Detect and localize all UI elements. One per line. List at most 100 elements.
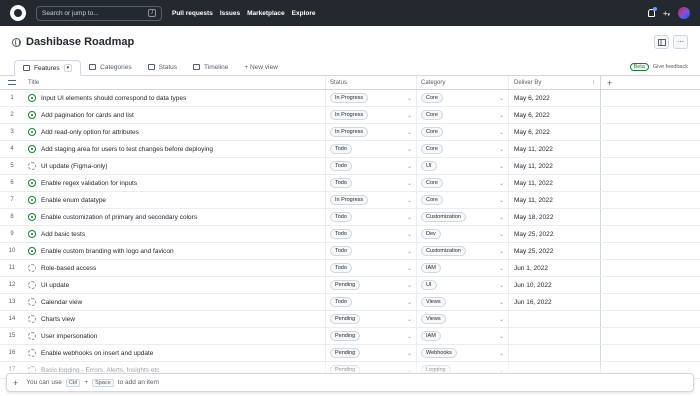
item-title[interactable]: UI update (Figma-only) xyxy=(41,163,107,170)
item-title[interactable]: User impersonation xyxy=(41,333,97,340)
chevron-down-icon[interactable]: ⌄ xyxy=(407,333,412,340)
column-header-status[interactable]: Status xyxy=(326,76,417,89)
add-field-button[interactable]: + xyxy=(601,76,700,89)
status-cell[interactable]: Todo ⌄ xyxy=(326,260,417,276)
deliver-by-cell[interactable] xyxy=(509,345,601,361)
search-input[interactable]: Search or jump to... / xyxy=(36,5,162,21)
title-cell[interactable]: Add read-only option for attributes xyxy=(24,124,326,140)
deliver-by-cell[interactable]: Jun 16, 2022 xyxy=(509,294,601,310)
item-title[interactable]: Enable webhooks on insert and update xyxy=(41,350,153,357)
chevron-down-icon[interactable]: ⌄ xyxy=(499,316,504,323)
chevron-down-icon[interactable]: ⌄ xyxy=(499,248,504,255)
category-cell[interactable]: Core ⌄ xyxy=(417,141,509,157)
category-cell[interactable]: Customization ⌄ xyxy=(417,209,509,225)
title-cell[interactable]: Enable regex validation for inputs xyxy=(24,175,326,191)
deliver-by-cell[interactable] xyxy=(509,328,601,344)
chevron-down-icon[interactable]: ⌄ xyxy=(499,265,504,272)
deliver-by-cell[interactable]: Jun 10, 2022 xyxy=(509,277,601,293)
more-options-button[interactable]: ⋯ xyxy=(673,35,688,49)
item-title[interactable]: UI update xyxy=(41,282,69,289)
column-header-deliver-by[interactable]: Deliver By ↑ xyxy=(509,76,601,89)
title-cell[interactable]: Input UI elements should correspond to d… xyxy=(24,90,326,106)
title-cell[interactable]: User impersonation xyxy=(24,328,326,344)
table-row[interactable]: 6 Enable regex validation for inputs Tod… xyxy=(0,175,700,192)
title-cell[interactable]: UI update (Figma-only) xyxy=(24,158,326,174)
chevron-down-icon[interactable]: ⌄ xyxy=(407,231,412,238)
column-header-category[interactable]: Category xyxy=(417,76,509,89)
tab-features[interactable]: Features ▾ xyxy=(14,60,82,76)
tab-status[interactable]: Status xyxy=(140,59,185,75)
nav-explore[interactable]: Explore xyxy=(292,10,316,17)
chevron-down-icon[interactable]: ⌄ xyxy=(407,316,412,323)
chevron-down-icon[interactable]: ⌄ xyxy=(407,180,412,187)
table-row[interactable]: 1 Input UI elements should correspond to… xyxy=(0,90,700,107)
status-cell[interactable]: Pending ⌄ xyxy=(326,328,417,344)
chevron-down-icon[interactable]: ⌄ xyxy=(499,95,504,102)
category-cell[interactable]: Dev ⌄ xyxy=(417,226,509,242)
table-row[interactable]: 11 Role-based access Todo ⌄ IAM ⌄ Jun 1,… xyxy=(0,260,700,277)
tab-categories[interactable]: Categories xyxy=(81,59,139,75)
deliver-by-cell[interactable] xyxy=(509,311,601,327)
deliver-by-cell[interactable]: May 6, 2022 xyxy=(509,124,601,140)
deliver-by-cell[interactable]: May 11, 2022 xyxy=(509,192,601,208)
title-cell[interactable]: Add pagination for cards and list xyxy=(24,107,326,123)
chevron-down-icon[interactable]: ⌄ xyxy=(407,197,412,204)
status-cell[interactable]: Pending ⌄ xyxy=(326,345,417,361)
item-title[interactable]: Add basic tests xyxy=(41,231,85,238)
table-row[interactable]: 5 UI update (Figma-only) Todo ⌄ UI ⌄ May… xyxy=(0,158,700,175)
title-cell[interactable]: Calendar view xyxy=(24,294,326,310)
item-title[interactable]: Enable regex validation for inputs xyxy=(41,180,137,187)
chevron-down-icon[interactable]: ⌄ xyxy=(407,299,412,306)
category-cell[interactable]: Views ⌄ xyxy=(417,311,509,327)
nav-issues[interactable]: Issues xyxy=(220,10,240,17)
chevron-down-icon[interactable]: ⌄ xyxy=(499,129,504,136)
category-cell[interactable]: UI ⌄ xyxy=(417,277,509,293)
category-cell[interactable]: IAM ⌄ xyxy=(417,260,509,276)
table-row[interactable]: 8 Enable customization of primary and se… xyxy=(0,209,700,226)
item-title[interactable]: Enable enum datatype xyxy=(41,197,106,204)
chevron-down-icon[interactable]: ⌄ xyxy=(407,214,412,221)
item-title[interactable]: Enable custom branding with logo and fav… xyxy=(41,248,174,255)
chevron-down-icon[interactable]: ⌄ xyxy=(407,163,412,170)
table-row[interactable]: 9 Add basic tests Todo ⌄ Dev ⌄ May 25, 2… xyxy=(0,226,700,243)
table-row[interactable]: 13 Calendar view Todo ⌄ Views ⌄ Jun 16, … xyxy=(0,294,700,311)
chevron-down-icon[interactable]: ▾ xyxy=(63,64,73,72)
chevron-down-icon[interactable]: ⌄ xyxy=(407,248,412,255)
table-row[interactable]: 15 User impersonation Pending ⌄ IAM ⌄ xyxy=(0,328,700,345)
table-row[interactable]: 10 Enable custom branding with logo and … xyxy=(0,243,700,260)
item-title[interactable]: Add staging area for users to test chang… xyxy=(41,146,213,153)
item-title[interactable]: Role-based access xyxy=(41,265,96,272)
chevron-down-icon[interactable]: ⌄ xyxy=(499,231,504,238)
category-cell[interactable]: Core ⌄ xyxy=(417,124,509,140)
chevron-down-icon[interactable]: ⌄ xyxy=(407,146,412,153)
category-cell[interactable]: Core ⌄ xyxy=(417,192,509,208)
status-cell[interactable]: Todo ⌄ xyxy=(326,141,417,157)
chevron-down-icon[interactable]: ⌄ xyxy=(499,333,504,340)
create-new-button[interactable]: +▾ xyxy=(663,9,670,18)
deliver-by-cell[interactable]: May 25, 2022 xyxy=(509,243,601,259)
chevron-down-icon[interactable]: ⌄ xyxy=(407,282,412,289)
title-cell[interactable]: Enable customization of primary and seco… xyxy=(24,209,326,225)
item-title[interactable]: Calendar view xyxy=(41,299,82,306)
category-cell[interactable]: Core ⌄ xyxy=(417,90,509,106)
title-cell[interactable]: Charts view xyxy=(24,311,326,327)
chevron-down-icon[interactable]: ⌄ xyxy=(499,282,504,289)
title-cell[interactable]: Enable enum datatype xyxy=(24,192,326,208)
category-cell[interactable]: Core ⌄ xyxy=(417,175,509,191)
column-header-title[interactable]: Title xyxy=(24,76,326,89)
deliver-by-cell[interactable]: Jun 1, 2022 xyxy=(509,260,601,276)
github-logo-icon[interactable] xyxy=(10,5,26,21)
chevron-down-icon[interactable]: ⌄ xyxy=(499,350,504,357)
status-cell[interactable]: Todo ⌄ xyxy=(326,209,417,225)
new-view-button[interactable]: + New view xyxy=(236,59,285,75)
table-row[interactable]: 16 Enable webhooks on insert and update … xyxy=(0,345,700,362)
deliver-by-cell[interactable]: May 6, 2022 xyxy=(509,90,601,106)
chevron-down-icon[interactable]: ⌄ xyxy=(499,214,504,221)
tab-timeline[interactable]: Timeline xyxy=(185,59,236,75)
status-cell[interactable]: Todo ⌄ xyxy=(326,294,417,310)
item-title[interactable]: Add pagination for cards and list xyxy=(41,112,134,119)
chevron-down-icon[interactable]: ⌄ xyxy=(407,129,412,136)
item-title[interactable]: Input UI elements should correspond to d… xyxy=(41,95,186,102)
item-title[interactable]: Charts view xyxy=(41,316,75,323)
status-cell[interactable]: In Progress ⌄ xyxy=(326,107,417,123)
